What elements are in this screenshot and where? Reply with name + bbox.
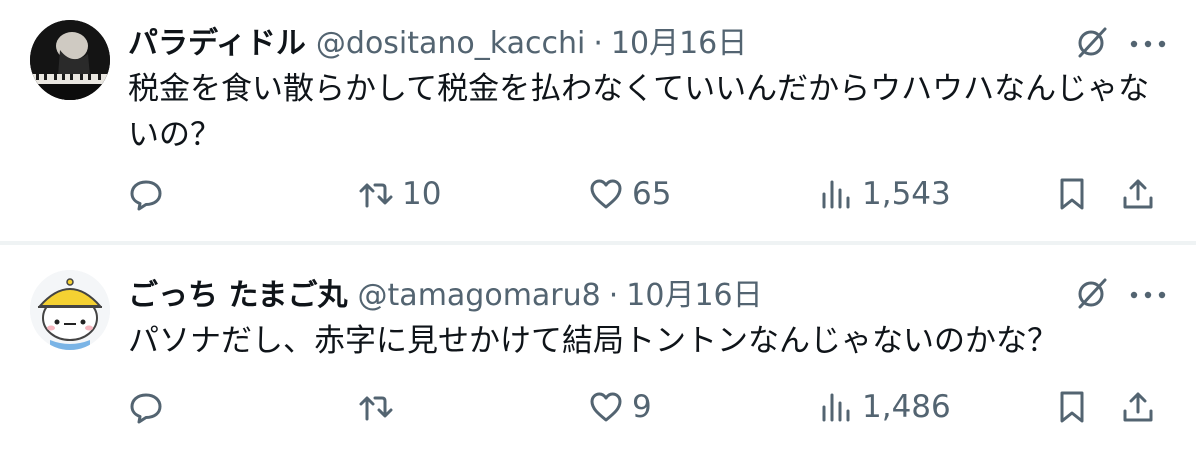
views-chart-icon [822, 180, 850, 209]
tweet-text: パソナだし、赤字に見せかけて結局トントンなんじゃないのかな？ [128, 323, 1058, 359]
views-button[interactable]: 1,486 [818, 385, 951, 429]
retweet-count: 10 [402, 176, 442, 212]
share-button[interactable] [1120, 385, 1156, 429]
retweet-button[interactable] [358, 385, 402, 429]
views-chart-icon [822, 393, 850, 422]
tweet-header: パラディドル @dositano_kacchi · 10月16日 [128, 18, 747, 61]
bookmark-icon [1060, 178, 1084, 210]
share-button[interactable] [1120, 172, 1156, 216]
display-name[interactable]: ごっち たまご丸 [128, 270, 348, 314]
more-options-icon[interactable] [1128, 36, 1168, 52]
like-button[interactable]: 9 [588, 385, 652, 429]
grok-icon[interactable] [1074, 275, 1110, 311]
tweet-header: ごっち たまご丸 @tamagomaru8 · 10月16日 [128, 270, 763, 313]
like-button[interactable]: 65 [588, 172, 671, 216]
retweet-icon [359, 396, 393, 421]
post-date[interactable]: 10月16日 [626, 270, 762, 314]
reply-button[interactable] [128, 172, 164, 216]
separator-dot: · [608, 278, 619, 313]
bookmark-button[interactable] [1054, 385, 1090, 429]
reply-icon [130, 393, 162, 424]
tweet[interactable]: ごっち たまご丸 @tamagomaru8 · 10月16日 パソナだし、赤字に… [0, 245, 1196, 450]
share-icon [1123, 392, 1153, 422]
action-bar: 9 1,486 [128, 385, 1168, 429]
like-count: 65 [632, 176, 672, 212]
user-handle[interactable]: @tamagomaru8 [358, 278, 601, 313]
reply-button[interactable] [128, 385, 164, 429]
retweet-button[interactable]: 10 [358, 172, 441, 216]
tweet-text: 税金を食い散らかして税金を払わなくていいんだからウハウハなんじゃないの？ [128, 71, 1150, 153]
grok-icon[interactable] [1074, 24, 1110, 60]
separator-dot: · [593, 26, 603, 61]
user-handle[interactable]: @dositano_kacchi [316, 26, 585, 61]
heart-icon [590, 179, 622, 209]
views-count: 1,543 [862, 176, 951, 212]
like-count: 9 [632, 389, 652, 425]
display-name[interactable]: パラディドル [128, 18, 306, 62]
yellow-hat-character-avatar-icon [30, 270, 110, 350]
heart-icon [590, 392, 622, 422]
more-options-icon[interactable] [1128, 287, 1168, 303]
action-bar: 10 65 1,543 [128, 172, 1168, 216]
views-count: 1,486 [862, 389, 951, 425]
retweet-icon [359, 183, 393, 208]
pianist-avatar-icon [30, 20, 110, 100]
post-date[interactable]: 10月16日 [611, 18, 747, 62]
reply-icon [130, 180, 162, 211]
avatar[interactable] [30, 270, 110, 350]
share-icon [1123, 179, 1153, 209]
tweet[interactable]: パラディドル @dositano_kacchi · 10月16日 税金を食い散ら… [0, 0, 1196, 242]
bookmark-button[interactable] [1054, 172, 1090, 216]
views-button[interactable]: 1,543 [818, 172, 951, 216]
bookmark-icon [1060, 391, 1084, 423]
avatar[interactable] [30, 20, 110, 100]
